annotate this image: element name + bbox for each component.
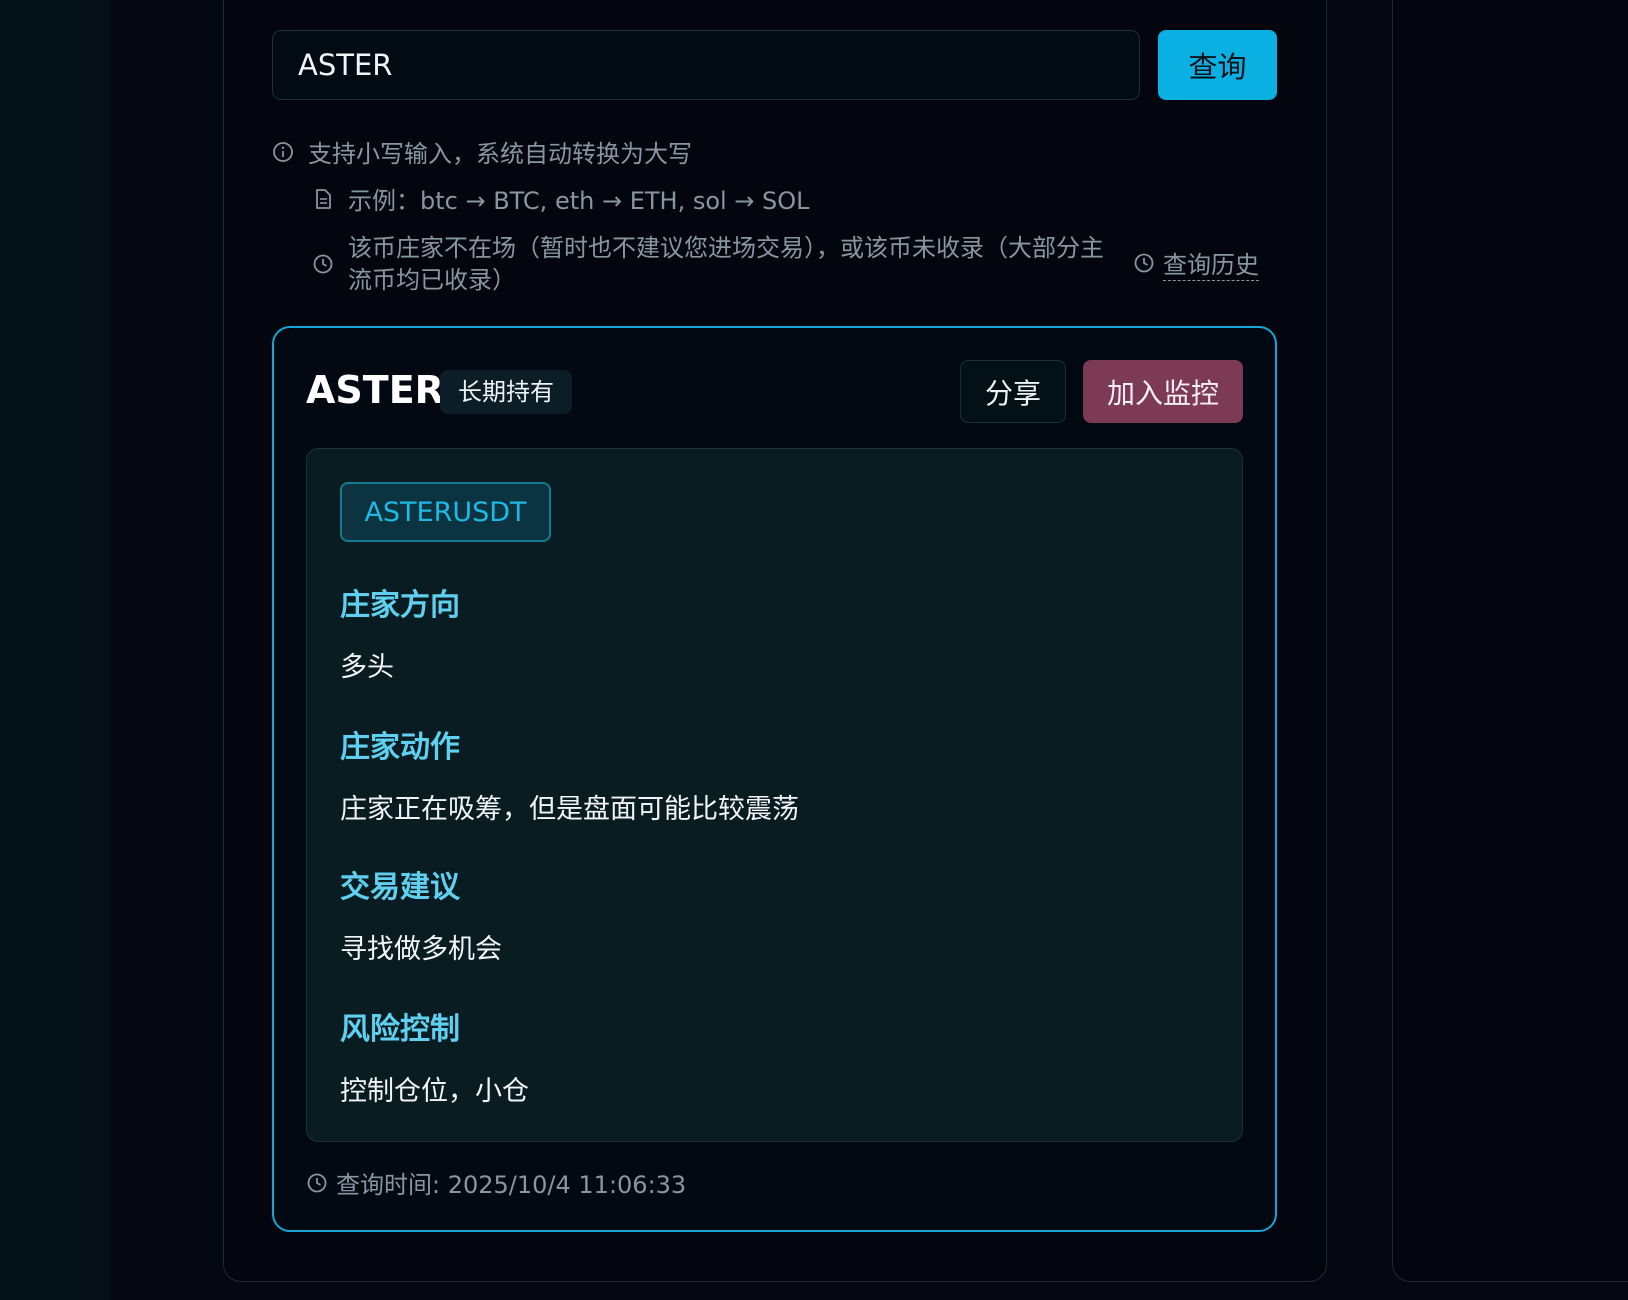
right-panel (1392, 0, 1628, 1282)
add-monitor-button[interactable]: 加入监控 (1083, 360, 1243, 423)
example-hint: 示例：btc → BTC, eth → ETH, sol → SOL (312, 181, 810, 216)
section-heading-direction: 庄家方向 (340, 588, 460, 623)
document-icon (312, 188, 334, 210)
section-value-risk: 控制仓位，小仓 (340, 1076, 529, 1107)
example-hint-text: 示例：btc → BTC, eth → ETH, sol → SOL (348, 187, 810, 215)
holding-tag: 长期持有 (440, 370, 572, 414)
trading-pair-badge: ASTERUSDT (340, 482, 551, 542)
query-time: 查询时间: 2025/10/4 11:06:33 (306, 1165, 686, 1200)
clock-icon (306, 1172, 328, 1194)
clock-icon (1133, 252, 1155, 274)
section-heading-action: 庄家动作 (340, 730, 460, 765)
query-time-text: 查询时间: 2025/10/4 11:06:33 (336, 1171, 687, 1199)
not-listed-hint-line2: 流币均已收录） (348, 266, 516, 294)
left-sidebar-strip (0, 0, 110, 1300)
not-listed-hint: 该币庄家不在场（暂时也不建议您进场交易），或该币未收录（大部分主 流币均已收录） (312, 232, 1122, 296)
query-history-link[interactable]: 查询历史 (1133, 245, 1259, 281)
not-listed-hint-text: 该币庄家不在场（暂时也不建议您进场交易），或该币未收录（大部分主 流币均已收录） (348, 232, 1104, 296)
coin-title: ASTER (306, 368, 444, 412)
section-value-advice: 寻找做多机会 (340, 934, 502, 965)
info-icon (272, 141, 294, 163)
section-value-direction: 多头 (340, 652, 394, 683)
query-history-label[interactable]: 查询历史 (1163, 245, 1259, 281)
section-heading-risk: 风险控制 (340, 1012, 460, 1047)
share-button[interactable]: 分享 (960, 360, 1066, 423)
section-heading-advice: 交易建议 (340, 870, 460, 905)
not-listed-hint-line1: 该币庄家不在场（暂时也不建议您进场交易），或该币未收录（大部分主 (348, 234, 1104, 262)
section-value-action: 庄家正在吸筹，但是盘面可能比较震荡 (340, 794, 799, 825)
query-button[interactable]: 查询 (1158, 30, 1277, 100)
lowercase-hint-text: 支持小写输入，系统自动转换为大写 (308, 140, 692, 168)
search-input[interactable] (272, 30, 1140, 100)
clock-icon (312, 251, 334, 274)
lowercase-hint: 支持小写输入，系统自动转换为大写 (272, 134, 692, 169)
